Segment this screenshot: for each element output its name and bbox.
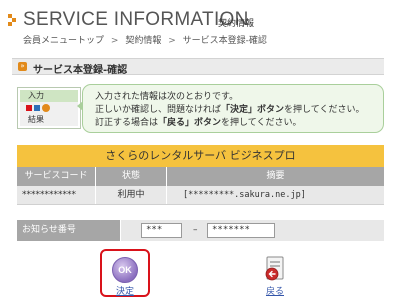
page-title: SERVICE INFORMATION (23, 9, 249, 30)
notice-number-part-2: ******* (207, 223, 275, 238)
orange-arrow-icon (8, 14, 18, 26)
notice-number-dash: – (193, 225, 198, 235)
back-button[interactable]: 戻る (250, 249, 300, 297)
instruction-text: 入力された情報は次のとおりです。 正しいか確認し、問題なければ「決定」ボタンを押… (95, 91, 365, 130)
section-title: サービス本登録-確認 (33, 65, 128, 76)
confirm-button[interactable]: OK 決定 (100, 249, 150, 297)
service-code-value: ************ (17, 186, 96, 204)
breadcrumb-separator: > (110, 36, 119, 46)
breadcrumb-current: サービス本登録-確認 (182, 36, 267, 46)
status-value: 利用中 (96, 186, 167, 204)
step-indicator: 入力 結果 (17, 87, 81, 129)
instruction-message: 入力された情報は次のとおりです。 正しいか確認し、問題なければ「決定」ボタンを押… (77, 84, 384, 133)
confirm-button-label: 決定 (115, 287, 134, 297)
section-bar: » サービス本登録-確認 (12, 58, 384, 76)
step-input: 入力 (20, 90, 78, 102)
ok-circle-icon: OK (112, 257, 138, 283)
service-plan-title: さくらのレンタルサーバ ビジネスプロ (17, 145, 384, 167)
breadcrumb: 会員メニュートップ > 契約情報 > サービス本登録-確認 (23, 33, 267, 46)
instruction-line-3: 訂正する場合は「戻る」ボタンを押してください。 (95, 118, 302, 128)
step-result: 結果 (20, 114, 78, 126)
instruction-line-1: 入力された情報は次のとおりです。 (95, 92, 239, 102)
notice-number-part-1: *** (141, 223, 182, 238)
breadcrumb-link-contract-info[interactable]: 契約情報 (125, 33, 161, 46)
breadcrumb-link-member-top[interactable]: 会員メニュートップ (23, 33, 104, 46)
confirm-step-icon (26, 104, 50, 112)
message-pointer (77, 101, 83, 111)
table-row: ************ 利用中 [*********.sakura.ne.jp… (17, 186, 384, 205)
back-button-label: 戻る (265, 287, 284, 297)
step-confirm (20, 102, 78, 114)
service-table: さくらのレンタルサーバ ビジネスプロ サービスコード 状態 摘要 *******… (17, 145, 384, 205)
document-back-icon (262, 255, 288, 281)
orange-bullet-icon: » (18, 62, 27, 71)
column-header-summary: 摘要 (266, 171, 285, 181)
notice-number-row: お知らせ番号 *** – ******* (17, 220, 384, 241)
page-subtitle: 契約情報 (218, 19, 255, 29)
breadcrumb-separator: > (168, 36, 176, 46)
summary-value: [*********.sakura.ne.jp] (183, 190, 306, 200)
table-header-row: サービスコード 状態 摘要 (17, 167, 384, 186)
instruction-line-2: 正しいか確認し、問題なければ「決定」ボタンを押してください。 (95, 105, 365, 115)
column-header-service-code: サービスコード (17, 167, 96, 186)
notice-number-box: *** – ******* (121, 220, 384, 241)
notice-number-label: お知らせ番号 (17, 220, 120, 241)
page-header: SERVICE INFORMATION 契約情報 会員メニュートップ > 契約情… (6, 8, 396, 52)
column-header-status: 状態 (96, 167, 167, 186)
